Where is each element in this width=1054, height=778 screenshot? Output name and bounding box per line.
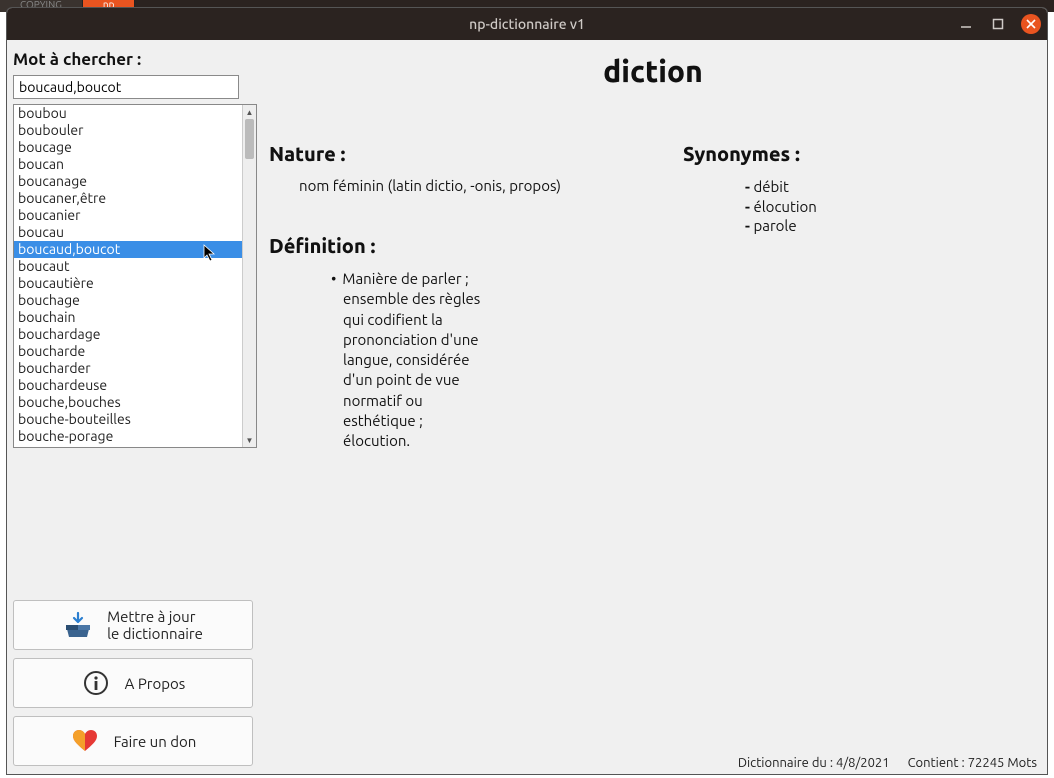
synonyms-heading: Synonymes : (683, 142, 1037, 165)
synonym-item: élocution (745, 197, 1037, 217)
status-bar: Dictionnaire du : 4/8/2021 Contient : 72… (738, 756, 1037, 770)
dropdown-list[interactable]: bouboubouboulerboucageboucanboucanagebou… (14, 105, 242, 447)
action-buttons: Mettre à jour le dictionnaire A Propos F… (13, 600, 253, 766)
window-title: np-dictionnaire v1 (469, 16, 585, 32)
dropdown-item[interactable]: boucaner,être (14, 190, 242, 207)
search-input[interactable] (13, 75, 239, 99)
about-button-label: A Propos (125, 675, 186, 692)
dropdown-scrollbar[interactable]: ▲ ▼ (242, 105, 256, 447)
nature-value: nom féminin (latin dictio, -onis, propos… (299, 177, 623, 194)
dropdown-item[interactable]: boubou (14, 105, 242, 122)
dropdown-item[interactable]: boubouler (14, 122, 242, 139)
maximize-button[interactable] (989, 15, 1007, 33)
status-count: Contient : 72245 Mots (908, 756, 1037, 770)
client-area: Mot à chercher : bouboubouboulerboucageb… (7, 40, 1047, 774)
update-button-label: Mettre à jour le dictionnaire (107, 608, 203, 643)
dropdown-item[interactable]: boucaut (14, 258, 242, 275)
app-window: np-dictionnaire v1 Mot à chercher : boub… (6, 7, 1048, 775)
search-label: Mot à chercher : (13, 50, 263, 69)
autocomplete-dropdown: bouboubouboulerboucageboucanboucanagebou… (13, 104, 257, 448)
donate-button-label: Faire un don (114, 733, 197, 750)
dropdown-item[interactable]: boucan (14, 156, 242, 173)
dropdown-item[interactable]: bouchardage (14, 326, 242, 343)
dropdown-item[interactable]: boucau (14, 224, 242, 241)
minimize-button[interactable] (957, 15, 975, 33)
scroll-down-icon[interactable]: ▼ (243, 433, 256, 447)
dropdown-item[interactable]: bouchage (14, 292, 242, 309)
dropdown-item[interactable]: boucanage (14, 173, 242, 190)
dropdown-item[interactable]: boucautière (14, 275, 242, 292)
definition-heading: Définition : (269, 234, 623, 257)
scroll-up-icon[interactable]: ▲ (243, 105, 256, 119)
status-date: Dictionnaire du : 4/8/2021 (738, 756, 890, 770)
dropdown-item[interactable]: boucanier (14, 207, 242, 224)
window-controls (957, 14, 1041, 34)
synonym-item: débit (745, 177, 1037, 197)
definition-panel: diction Nature : nom féminin (latin dict… (269, 54, 1037, 744)
dropdown-item[interactable]: boucharde (14, 343, 242, 360)
update-dictionary-button[interactable]: Mettre à jour le dictionnaire (13, 600, 253, 650)
close-button[interactable] (1021, 14, 1041, 34)
dropdown-item[interactable]: boucaud,boucot (14, 241, 242, 258)
definition-item: Manière de parler ; ensemble des règles … (331, 269, 493, 451)
dropdown-item[interactable]: bouche-porage (14, 428, 242, 445)
heart-icon (70, 726, 100, 756)
about-button[interactable]: A Propos (13, 658, 253, 708)
dropdown-item[interactable]: boucharder (14, 360, 242, 377)
nature-heading: Nature : (269, 142, 623, 165)
dropdown-item[interactable]: bouchain (14, 309, 242, 326)
titlebar: np-dictionnaire v1 (7, 8, 1047, 40)
dropdown-item[interactable]: boucage (14, 139, 242, 156)
synonym-item: parole (745, 216, 1037, 236)
scroll-thumb[interactable] (245, 119, 254, 159)
dropdown-item[interactable]: bouchardeuse (14, 377, 242, 394)
dropdown-item[interactable]: bouche,bouches (14, 394, 242, 411)
donate-button[interactable]: Faire un don (13, 716, 253, 766)
info-icon (81, 668, 111, 698)
download-box-icon (63, 610, 93, 640)
entry-word: diction (269, 54, 1037, 88)
dropdown-item[interactable]: bouche-bouteilles (14, 411, 242, 428)
